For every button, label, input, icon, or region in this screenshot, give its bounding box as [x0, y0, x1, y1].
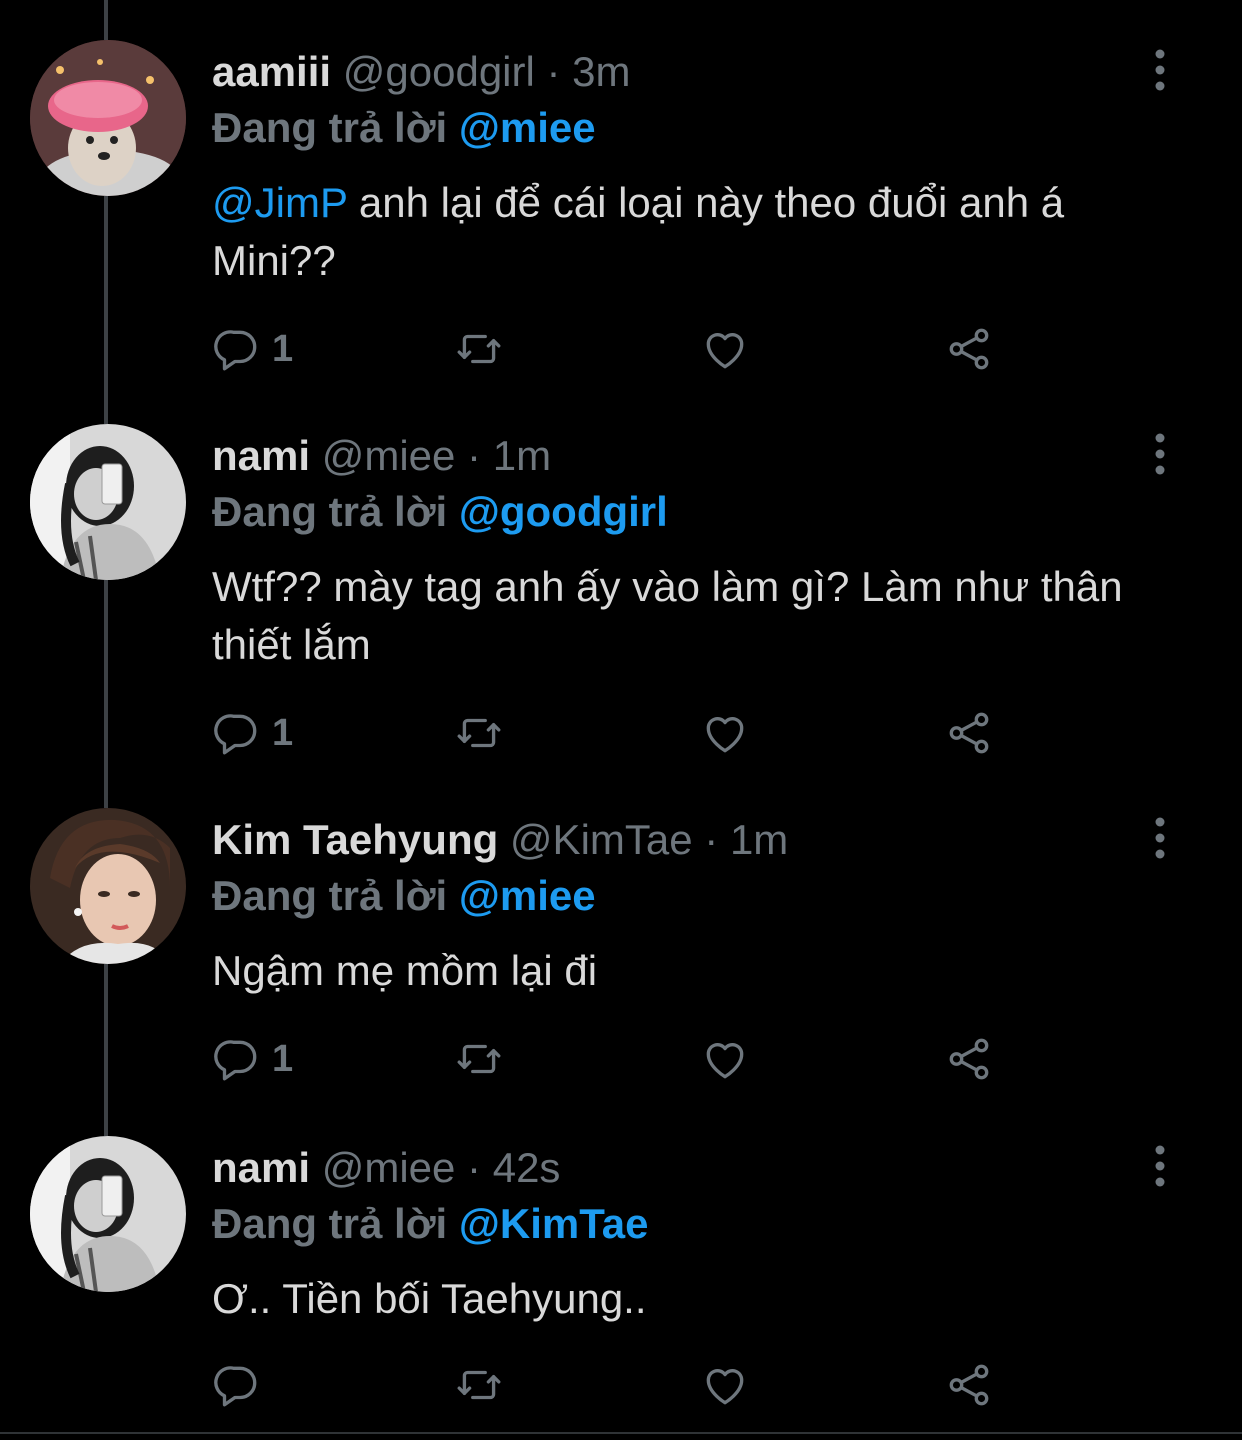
retweet-icon — [457, 718, 501, 748]
display-name[interactable]: aamiii — [212, 48, 331, 95]
heart-icon — [706, 1369, 744, 1405]
tweet-header: aamiii @goodgirl · 3m — [212, 48, 631, 96]
reply-to-mention[interactable]: @KimTae — [459, 1200, 649, 1247]
reply-button[interactable]: 1 — [212, 1034, 293, 1084]
retweet-button[interactable] — [454, 1360, 504, 1410]
avatar[interactable] — [30, 808, 186, 964]
retweet-icon — [457, 334, 501, 364]
reply-to-mention[interactable]: @miee — [459, 104, 596, 151]
reply-button[interactable]: 1 — [212, 708, 293, 758]
separator: · — [704, 816, 719, 863]
reply-icon — [214, 1366, 257, 1407]
share-button[interactable] — [944, 1360, 994, 1410]
replying-to: Đang trả lời @miee — [212, 872, 596, 920]
separator: · — [467, 1144, 482, 1191]
retweet-button[interactable] — [454, 324, 504, 374]
replying-to: Đang trả lời @KimTae — [212, 1200, 648, 1248]
reply-icon — [214, 714, 257, 755]
like-button[interactable] — [700, 1360, 750, 1410]
timestamp[interactable]: 1m — [730, 816, 788, 863]
separator: · — [546, 48, 561, 95]
girl-avatar-image — [30, 1136, 186, 1292]
handle[interactable]: @goodgirl — [343, 48, 535, 95]
avatar[interactable] — [30, 424, 186, 580]
man-avatar-image — [30, 808, 186, 964]
handle[interactable]: @KimTae — [510, 816, 693, 863]
like-button[interactable] — [700, 708, 750, 758]
timestamp[interactable]: 42s — [493, 1144, 561, 1191]
separator: · — [467, 432, 482, 479]
tweet-header: nami @miee · 1m — [212, 432, 551, 480]
replying-label: Đang trả lời — [212, 872, 448, 919]
replying-label: Đang trả lời — [212, 1200, 448, 1247]
heart-icon — [706, 717, 744, 753]
more-vertical-icon[interactable] — [1140, 1144, 1180, 1188]
heart-icon — [706, 1043, 744, 1079]
retweet-icon — [457, 1044, 501, 1074]
tweet[interactable]: nami @miee · 42s Đang trả lời @KimTae Ơ.… — [0, 1096, 1242, 1436]
more-vertical-icon[interactable] — [1140, 816, 1180, 860]
reply-icon — [214, 330, 257, 371]
handle[interactable]: @miee — [322, 432, 456, 479]
display-name[interactable]: nami — [212, 1144, 310, 1191]
reply-to-mention[interactable]: @goodgirl — [459, 488, 668, 535]
timestamp[interactable]: 1m — [493, 432, 551, 479]
tweet[interactable]: nami @miee · 1m Đang trả lời @goodgirl W… — [0, 384, 1242, 789]
reply-button[interactable] — [212, 1360, 272, 1410]
timestamp[interactable]: 3m — [572, 48, 630, 95]
display-name[interactable]: nami — [212, 432, 310, 479]
share-icon — [949, 1038, 989, 1080]
reply-count: 1 — [272, 711, 294, 754]
retweet-button[interactable] — [454, 1034, 504, 1084]
share-button[interactable] — [944, 1034, 994, 1084]
heart-icon — [706, 333, 744, 369]
replying-label: Đang trả lời — [212, 104, 448, 151]
retweet-button[interactable] — [454, 708, 504, 758]
replying-label: Đang trả lời — [212, 488, 448, 535]
share-icon — [949, 712, 989, 754]
tweet-text: Ơ.. Tiền bối Taehyung.. — [212, 1270, 1192, 1328]
share-icon — [949, 1364, 989, 1406]
reply-button[interactable]: 1 — [212, 324, 293, 374]
girl-avatar-image — [30, 424, 186, 580]
display-name[interactable]: Kim Taehyung — [212, 816, 498, 863]
tweet-actions: 1 — [212, 1034, 1012, 1084]
replying-to: Đang trả lời @miee — [212, 104, 596, 152]
tweet[interactable]: aamiii @goodgirl · 3m Đang trả lời @miee… — [0, 0, 1242, 405]
tweet-body: Ơ.. Tiền bối Taehyung.. — [212, 1275, 647, 1322]
share-button[interactable] — [944, 708, 994, 758]
more-vertical-icon[interactable] — [1140, 48, 1180, 92]
share-icon — [949, 328, 989, 370]
divider — [0, 1432, 1242, 1434]
tweet-actions: 1 — [212, 324, 1012, 374]
tweet-body: Wtf?? mày tag anh ấy vào làm gì? Làm như… — [212, 563, 1123, 668]
more-vertical-icon[interactable] — [1140, 432, 1180, 476]
reply-icon — [214, 1040, 257, 1081]
tweet-text: Ngậm mẹ mồm lại đi — [212, 942, 1192, 1000]
replying-to: Đang trả lời @goodgirl — [212, 488, 668, 536]
tweet[interactable]: Kim Taehyung @KimTae · 1m Đang trả lời @… — [0, 768, 1242, 1098]
tweet-actions: 1 — [212, 708, 1012, 758]
tweet-body: Ngậm mẹ mồm lại đi — [212, 947, 598, 994]
avatar[interactable] — [30, 40, 186, 196]
tweet-text: Wtf?? mày tag anh ấy vào làm gì? Làm như… — [212, 558, 1192, 674]
reply-count: 1 — [272, 327, 294, 370]
tweet-actions — [212, 1360, 1012, 1410]
text-mention[interactable]: @JimP — [212, 179, 347, 226]
like-button[interactable] — [700, 324, 750, 374]
avatar[interactable] — [30, 1136, 186, 1292]
tweet-header: nami @miee · 42s — [212, 1144, 560, 1192]
reply-to-mention[interactable]: @miee — [459, 872, 596, 919]
handle[interactable]: @miee — [322, 1144, 456, 1191]
share-button[interactable] — [944, 324, 994, 374]
retweet-icon — [457, 1370, 501, 1400]
tweet-text: @JimP anh lại để cái loại này theo đuổi … — [212, 174, 1192, 290]
like-button[interactable] — [700, 1034, 750, 1084]
dog-avatar-image — [30, 40, 186, 196]
tweet-header: Kim Taehyung @KimTae · 1m — [212, 816, 788, 864]
reply-count: 1 — [272, 1037, 294, 1080]
